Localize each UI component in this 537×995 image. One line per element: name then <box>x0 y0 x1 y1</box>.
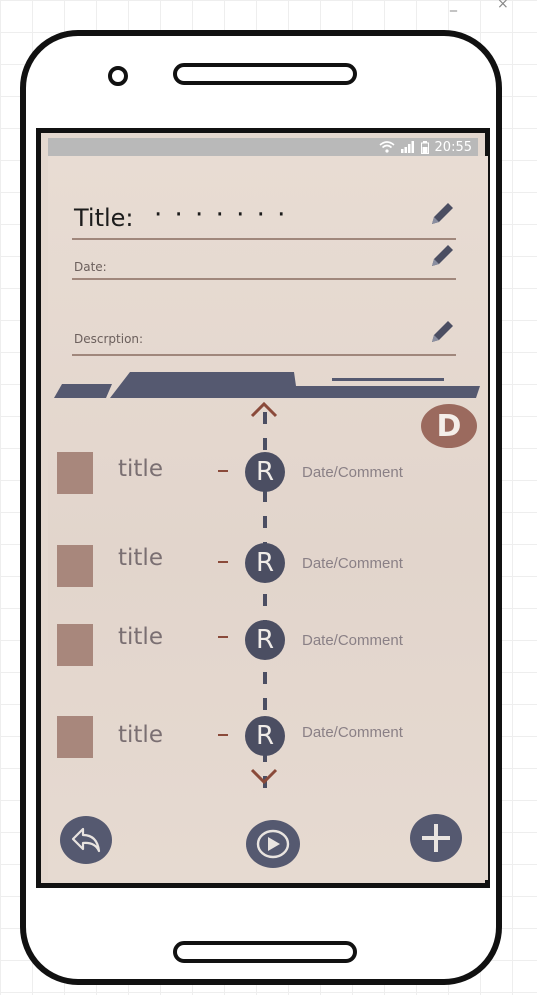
plus-icon <box>422 824 450 852</box>
edit-title-pencil-icon[interactable] <box>428 200 456 228</box>
scroll-up-arrow-icon[interactable] <box>249 400 279 420</box>
speaker-slot <box>173 63 357 85</box>
item-marker-r[interactable]: R <box>245 716 285 756</box>
back-button[interactable] <box>60 816 112 864</box>
title-label: Title: <box>74 204 134 232</box>
title-value: · · · · · · · <box>154 200 288 230</box>
signal-icon <box>400 141 414 153</box>
status-bar: 20:55 <box>48 138 478 156</box>
tab-strip[interactable] <box>48 366 488 402</box>
tab-active[interactable] <box>110 372 480 398</box>
close-control[interactable]: × <box>497 0 509 12</box>
item-connector <box>218 734 228 736</box>
item-connector <box>218 561 228 563</box>
status-time: 20:55 <box>434 139 472 155</box>
description-field[interactable]: Descrption: <box>72 316 456 356</box>
date-field[interactable]: Date: <box>72 242 456 280</box>
item-title: title <box>118 545 163 571</box>
item-thumbnail <box>57 716 93 758</box>
title-field[interactable]: Title: · · · · · · · <box>72 196 456 240</box>
timeline-item[interactable]: title R Date/Comment <box>48 618 488 668</box>
scroll-down-arrow-icon[interactable] <box>249 766 279 786</box>
play-button[interactable] <box>246 820 300 868</box>
item-marker-r[interactable]: R <box>245 543 285 583</box>
item-date-comment: Date/Comment <box>302 464 403 481</box>
item-marker-r[interactable]: R <box>245 452 285 492</box>
app-screen: Title: · · · · · · · Date: Descrption: D <box>48 156 488 880</box>
description-label: Descrption: <box>74 332 144 346</box>
item-thumbnail <box>57 545 93 587</box>
play-icon <box>256 829 290 859</box>
minimize-control[interactable]: _ <box>450 0 457 12</box>
timeline-item[interactable]: title R Date/Comment <box>48 541 488 591</box>
item-date-comment: Date/Comment <box>302 724 403 741</box>
d-badge[interactable]: D <box>421 404 477 448</box>
tab-right-underline[interactable] <box>332 378 444 381</box>
item-thumbnail <box>57 624 93 666</box>
item-marker-r[interactable]: R <box>245 620 285 660</box>
item-title: title <box>118 722 163 748</box>
item-connector <box>218 470 228 472</box>
camera <box>108 66 128 86</box>
edit-description-pencil-icon[interactable] <box>428 318 456 346</box>
item-connector <box>218 636 228 638</box>
item-date-comment: Date/Comment <box>302 555 403 572</box>
edit-date-pencil-icon[interactable] <box>428 242 456 270</box>
timeline-item[interactable]: title R Date/Comment <box>48 710 488 760</box>
timeline-item[interactable]: title R Date/Comment <box>48 450 488 500</box>
tab-left[interactable] <box>54 384 112 398</box>
home-button[interactable] <box>173 941 357 963</box>
wifi-icon <box>379 141 395 153</box>
back-arrow-icon <box>71 827 101 853</box>
item-date-comment: Date/Comment <box>302 632 403 649</box>
battery-icon <box>420 140 429 154</box>
item-title: title <box>118 456 163 482</box>
add-button[interactable] <box>410 814 462 862</box>
item-title: title <box>118 624 163 650</box>
item-thumbnail <box>57 452 93 494</box>
date-label: Date: <box>74 260 107 274</box>
